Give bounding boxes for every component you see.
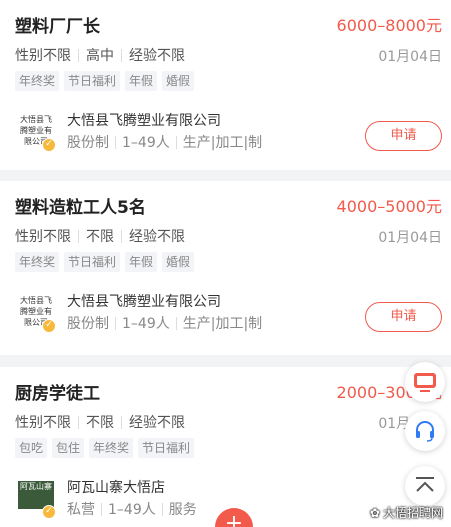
job-requirements: 性别不限 不限 经验不限 (15, 226, 185, 246)
company-size: 1–49人 (108, 502, 156, 518)
benefit-tag: 婚假 (162, 71, 195, 91)
watermark-text: 大悟招聘网 (382, 506, 443, 520)
job-card[interactable]: 厨房学徒工 2000–3000元 性别不限 不限 经验不限 01月04日 包吃 … (0, 367, 451, 527)
customer-service-fab-button[interactable] (405, 411, 445, 451)
benefit-tag: 包住 (52, 438, 85, 458)
benefit-tag: 年终奖 (15, 71, 60, 91)
benefit-tag: 年终奖 (89, 438, 134, 458)
back-to-top-icon (416, 477, 434, 492)
divider (78, 415, 79, 429)
benefit-tag: 节日福利 (138, 438, 195, 458)
apply-button[interactable]: 申请 (365, 302, 442, 332)
divider (78, 48, 79, 62)
company-name[interactable]: 大悟县飞腾塑业有限公司 (67, 110, 221, 130)
post-date: 01月04日 (378, 49, 442, 65)
verified-badge-icon: ✓ (42, 319, 56, 333)
apply-button[interactable]: 申请 (365, 121, 442, 151)
divider (101, 502, 102, 516)
company-type: 私营 (67, 502, 95, 518)
company-type: 股份制 (67, 316, 109, 332)
verified-badge-icon: ✓ (42, 505, 56, 519)
benefit-tag: 婚假 (162, 252, 195, 272)
job-requirements: 性别不限 高中 经验不限 (15, 45, 185, 65)
divider (115, 316, 116, 330)
benefit-tag: 年终奖 (15, 252, 60, 272)
company-meta: 股份制 1–49人 生产|加工|制 (67, 313, 262, 333)
company-industry: 生产|加工|制 (182, 135, 262, 151)
company-meta: 私营 1–49人 服务 (67, 499, 197, 519)
benefit-tag: 包吃 (15, 438, 48, 458)
divider (175, 135, 177, 149)
divider (121, 229, 122, 243)
experience-req: 经验不限 (129, 229, 185, 245)
tv-icon (414, 373, 436, 392)
education-req: 高中 (86, 48, 114, 64)
divider (121, 415, 122, 429)
company-meta: 股份制 1–49人 生产|加工|制 (67, 132, 262, 152)
job-title: 厨房学徒工 (15, 384, 100, 404)
divider (78, 229, 79, 243)
benefit-tags: 年终奖 节日福利 年假 婚假 (15, 252, 195, 272)
company-name[interactable]: 大悟县飞腾塑业有限公司 (67, 291, 221, 311)
divider (161, 502, 163, 516)
job-requirements: 性别不限 不限 经验不限 (15, 412, 185, 432)
company-size: 1–49人 (122, 135, 170, 151)
gender-req: 性别不限 (15, 48, 71, 64)
company-type: 股份制 (67, 135, 109, 151)
job-salary: 4000–5000元 (336, 197, 442, 216)
post-date: 01月04日 (378, 230, 442, 246)
job-salary: 6000–8000元 (336, 16, 442, 35)
benefit-tags: 年终奖 节日福利 年假 婚假 (15, 71, 195, 91)
job-title: 塑料厂厂长 (15, 17, 100, 37)
benefit-tags: 包吃 包住 年终奖 节日福利 (15, 438, 195, 458)
experience-req: 经验不限 (129, 415, 185, 431)
benefit-tag: 年假 (125, 71, 158, 91)
experience-req: 经验不限 (129, 48, 185, 64)
divider (175, 316, 177, 330)
benefit-tag: 节日福利 (64, 71, 121, 91)
headset-icon (416, 421, 434, 442)
company-name[interactable]: 阿瓦山寨大悟店 (67, 477, 165, 497)
company-industry: 服务 (168, 502, 197, 518)
education-req: 不限 (86, 229, 114, 245)
wechat-icon: ✿ (369, 505, 380, 520)
gender-req: 性别不限 (15, 415, 71, 431)
company-industry: 生产|加工|制 (182, 316, 262, 332)
tv-fab-button[interactable] (405, 362, 445, 402)
job-card[interactable]: 塑料厂厂长 6000–8000元 性别不限 高中 经验不限 01月04日 年终奖… (0, 0, 451, 170)
benefit-tag: 年假 (125, 252, 158, 272)
verified-badge-icon: ✓ (42, 138, 56, 152)
benefit-tag: 节日福利 (64, 252, 121, 272)
back-to-top-button[interactable] (405, 466, 445, 506)
education-req: 不限 (86, 415, 114, 431)
company-size: 1–49人 (122, 316, 170, 332)
watermark: ✿ 大悟招聘网 (370, 504, 443, 521)
divider (115, 135, 116, 149)
job-title: 塑料造粒工人5名 (15, 198, 146, 218)
gender-req: 性别不限 (15, 229, 71, 245)
job-card[interactable]: 塑料造粒工人5名 4000–5000元 性别不限 不限 经验不限 01月04日 … (0, 181, 451, 355)
divider (121, 48, 122, 62)
